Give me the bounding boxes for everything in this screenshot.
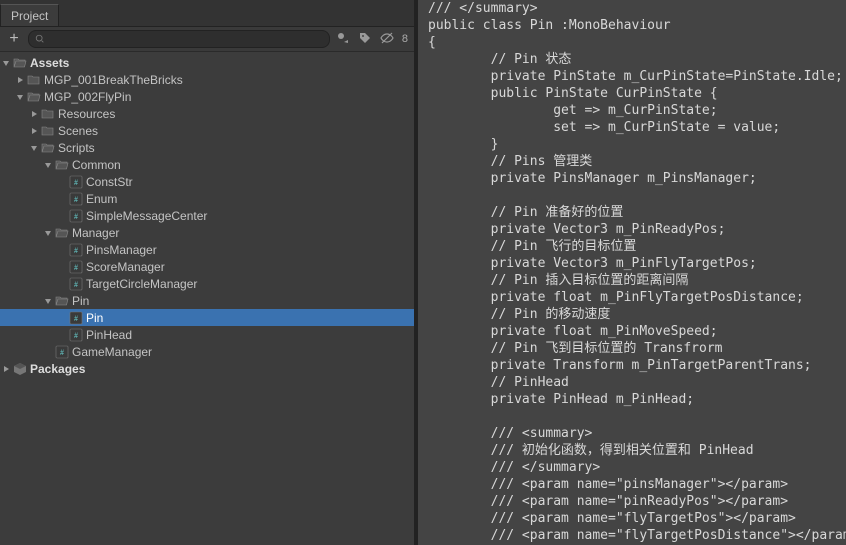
csharp-icon <box>69 277 83 291</box>
folder-icon <box>41 124 55 138</box>
package-icon <box>13 362 27 376</box>
csharp-icon <box>69 192 83 206</box>
csharp-icon <box>69 311 83 325</box>
expand-icon[interactable] <box>28 125 40 137</box>
code-preview-panel: /// </summary> public class Pin :MonoBeh… <box>418 0 846 545</box>
project-panel: Project + 8 Assets <box>0 0 418 545</box>
tree-item[interactable]: PinHead <box>0 326 414 343</box>
tree-item-packages[interactable]: Packages <box>0 360 414 377</box>
tree-item[interactable]: SimpleMessageCenter <box>0 207 414 224</box>
project-tree: Assets MGP_001BreakTheBricks MGP_002FlyP… <box>0 52 414 545</box>
code-preview: /// </summary> public class Pin :MonoBeh… <box>422 0 842 544</box>
tree-item[interactable]: GameManager <box>0 343 414 360</box>
filter-by-type-icon[interactable] <box>336 31 350 48</box>
tree-item[interactable]: Manager <box>0 224 414 241</box>
folder-icon <box>41 141 55 155</box>
folder-icon <box>55 158 69 172</box>
tree-item[interactable]: Common <box>0 156 414 173</box>
hidden-visibility-icon[interactable] <box>380 31 394 48</box>
csharp-icon <box>69 260 83 274</box>
tree-item[interactable]: PinsManager <box>0 241 414 258</box>
tree-item[interactable]: Scenes <box>0 122 414 139</box>
folder-icon <box>55 294 69 308</box>
expand-icon[interactable] <box>28 142 40 154</box>
tree-item[interactable]: ConstStr <box>0 173 414 190</box>
folder-icon <box>27 90 41 104</box>
expand-icon[interactable] <box>42 159 54 171</box>
folder-icon <box>55 226 69 240</box>
search-input[interactable] <box>28 30 330 48</box>
csharp-icon <box>69 175 83 189</box>
expand-icon[interactable] <box>28 108 40 120</box>
csharp-icon <box>69 209 83 223</box>
project-toolbar: + 8 <box>0 27 414 52</box>
tree-item[interactable]: Enum <box>0 190 414 207</box>
search-icon <box>35 34 45 44</box>
hidden-count: 8 <box>402 33 408 45</box>
expand-icon[interactable] <box>14 91 26 103</box>
csharp-icon <box>69 243 83 257</box>
expand-icon[interactable] <box>14 74 26 86</box>
folder-icon <box>41 107 55 121</box>
tree-item[interactable]: ScoreManager <box>0 258 414 275</box>
create-button[interactable]: + <box>6 31 22 47</box>
tree-item[interactable]: TargetCircleManager <box>0 275 414 292</box>
expand-icon[interactable] <box>42 295 54 307</box>
csharp-icon <box>69 328 83 342</box>
tree-item[interactable]: Resources <box>0 105 414 122</box>
folder-icon <box>27 73 41 87</box>
expand-icon[interactable] <box>42 227 54 239</box>
tree-item[interactable]: MGP_001BreakTheBricks <box>0 71 414 88</box>
panel-tabbar: Project <box>0 0 414 27</box>
filter-by-label-icon[interactable] <box>358 31 372 48</box>
tree-item-selected[interactable]: Pin <box>0 309 414 326</box>
tree-item[interactable]: Pin <box>0 292 414 309</box>
expand-icon[interactable] <box>0 57 12 69</box>
expand-icon[interactable] <box>0 363 12 375</box>
tree-item[interactable]: Scripts <box>0 139 414 156</box>
tree-item-assets[interactable]: Assets <box>0 54 414 71</box>
tree-item[interactable]: MGP_002FlyPin <box>0 88 414 105</box>
folder-icon <box>13 56 27 70</box>
project-tab[interactable]: Project <box>0 4 59 26</box>
csharp-icon <box>55 345 69 359</box>
